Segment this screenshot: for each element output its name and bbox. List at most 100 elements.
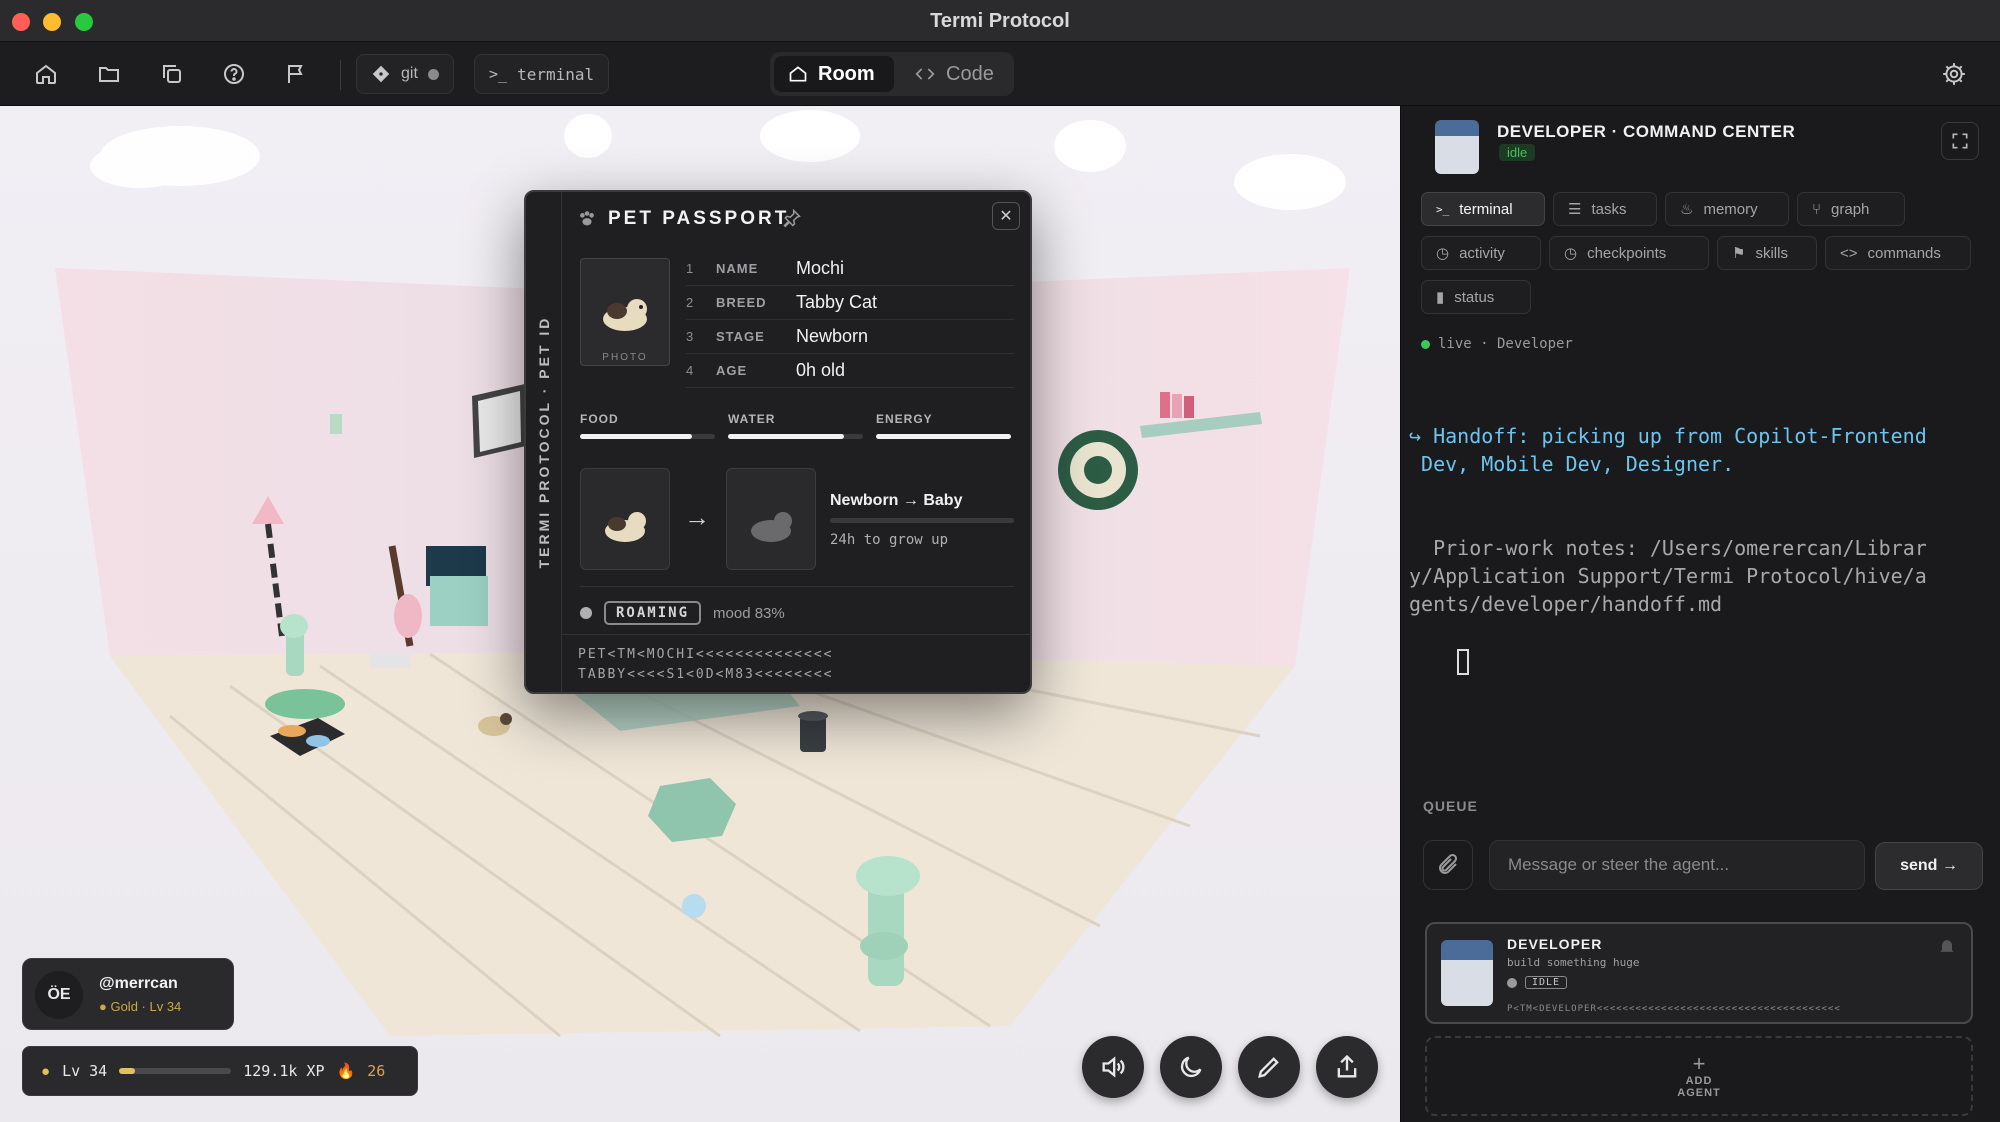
tab-label: skills <box>1755 244 1788 262</box>
live-text: live · Developer <box>1438 336 1573 352</box>
streak-count: 26 <box>367 1062 386 1080</box>
tab-activity[interactable]: ◷ activity <box>1421 236 1541 270</box>
terminal-label: terminal <box>517 64 595 84</box>
food-bowl <box>278 725 306 737</box>
git-label: git <box>401 65 418 82</box>
expand-button[interactable] <box>1941 122 1979 160</box>
level-label: Lv 34 <box>62 1062 108 1080</box>
stat-label: WATER <box>728 412 776 426</box>
tab-terminal[interactable]: >_ terminal <box>1421 192 1545 226</box>
moon-icon <box>1180 1056 1202 1078</box>
stat-bar <box>580 434 715 439</box>
agent-avatar <box>1435 120 1479 174</box>
flag-icon[interactable] <box>280 58 312 90</box>
stat-label: FOOD <box>580 412 619 426</box>
tab-label: activity <box>1459 244 1505 262</box>
tab-label: memory <box>1703 200 1758 218</box>
user-profile-card[interactable]: ÖE @merrcan ● Gold · Lv 34 <box>22 958 234 1030</box>
tab-checkpoints[interactable]: ◷ checkpoints <box>1549 236 1709 270</box>
tab-graph[interactable]: ⑂ graph <box>1797 192 1905 226</box>
bell-icon[interactable] <box>1937 936 1957 956</box>
tab-skills[interactable]: ⚑ skills <box>1717 236 1817 270</box>
dark-mode-button[interactable] <box>1160 1036 1222 1098</box>
tab-commands[interactable]: <> commands <box>1825 236 1971 270</box>
folder-icon[interactable] <box>93 58 125 90</box>
stat-bar-fill <box>580 434 693 439</box>
evolution-title: Newborn → Baby <box>830 492 963 509</box>
evolution-progress-bar <box>830 518 1014 523</box>
xp-progress-bar <box>119 1068 232 1074</box>
passport-field-age: 4 AGE 0h old <box>686 354 1014 388</box>
add-agent-button[interactable]: + ADD AGENT <box>1425 1036 1973 1116</box>
home-icon <box>789 66 807 82</box>
tab-memory[interactable]: ♨ memory <box>1665 192 1789 226</box>
tab-label: checkpoints <box>1587 244 1667 262</box>
send-button[interactable]: send → <box>1875 842 1983 890</box>
add-agent-label: ADD <box>1685 1075 1713 1087</box>
user-rank-text: Gold · Lv 34 <box>110 999 182 1014</box>
live-dot <box>1421 339 1430 349</box>
queue-label: QUEUE <box>1423 798 1478 814</box>
code-icon: <> <box>1840 244 1858 262</box>
title-bar: Termi Protocol <box>0 0 2000 42</box>
tab-tasks[interactable]: ☰ tasks <box>1553 192 1657 226</box>
level-dot: ● <box>41 1062 51 1080</box>
list-icon: ☰ <box>1568 201 1582 218</box>
home-icon[interactable] <box>30 58 62 90</box>
evolution-current-stage <box>580 468 670 570</box>
toy-ball <box>682 894 706 918</box>
pet-status-row: ROAMING mood 83% <box>580 586 1014 625</box>
photo-label: PHOTO <box>602 352 648 363</box>
git-status-dot <box>427 68 439 80</box>
settings-gear-icon[interactable] <box>1938 58 1970 90</box>
arrow-right-icon: → <box>684 502 710 532</box>
room-tab[interactable]: Room <box>774 56 894 92</box>
stat-energy: ENERGY <box>876 412 1011 439</box>
toolbar-divider <box>340 60 341 90</box>
message-input[interactable] <box>1489 840 1865 890</box>
field-value: Newborn <box>796 326 869 346</box>
tab-status[interactable]: ▮ status <box>1421 280 1531 314</box>
pet-passport-dialog: TERMI PROTOCOL · PET ID PET PASSPORT ✕ P… <box>524 190 1032 694</box>
live-indicator: live · Developer <box>1421 336 1573 352</box>
graph-icon: ⑂ <box>1812 200 1822 218</box>
field-number: 3 <box>686 329 694 344</box>
agent-card-name: DEVELOPER <box>1507 936 1603 952</box>
mrz-line-1: PET<TM<MOCHI<<<<<<<<<<<<<< <box>578 647 834 662</box>
share-icon <box>1337 1054 1357 1078</box>
expand-icon <box>1952 133 1968 149</box>
wall-sticker <box>330 414 342 434</box>
terminal-output[interactable]: ↪ Handoff: picking up from Copilot-Front… <box>1409 366 1993 703</box>
share-button[interactable] <box>1316 1036 1378 1098</box>
wall-picture <box>472 384 526 458</box>
code-icon <box>915 68 935 80</box>
sound-button[interactable] <box>1082 1036 1144 1098</box>
agent-card-developer[interactable]: DEVELOPER build something huge IDLE P<TM… <box>1425 922 1973 1024</box>
room-viewport[interactable]: TERMI PROTOCOL · PET ID PET PASSPORT ✕ P… <box>0 106 1400 1122</box>
pet-photo: PHOTO <box>580 258 670 366</box>
machine-readable-zone: PET<TM<MOCHI<<<<<<<<<<<<<< TABBY<<<<S1<0… <box>562 634 1032 692</box>
help-icon[interactable] <box>218 58 250 90</box>
terminal-handoff-line: ↪ Handoff: picking up from Copilot-Front… <box>1409 424 1927 476</box>
edit-button[interactable] <box>1238 1036 1300 1098</box>
terminal-button[interactable]: >_ terminal <box>474 54 610 94</box>
tab-label: terminal <box>1459 200 1513 218</box>
view-switcher: Room Code <box>770 52 1014 96</box>
paw-icon <box>580 211 594 226</box>
close-passport-button[interactable]: ✕ <box>992 202 1020 230</box>
agent-status-badge: IDLE <box>1525 976 1568 989</box>
toolbar: git >_ terminal Room Code <box>0 42 2000 106</box>
code-tab[interactable]: Code <box>900 56 1010 92</box>
cushion <box>370 654 410 668</box>
evolution-subtitle: 24h to grow up <box>830 532 949 548</box>
pin-icon[interactable] <box>782 208 802 228</box>
passport-title: PET PASSPORT <box>608 208 790 229</box>
copy-icon[interactable] <box>156 58 188 90</box>
tab-label: graph <box>1831 200 1870 218</box>
bookmark-icon: ⚑ <box>1732 245 1746 262</box>
attach-button[interactable] <box>1423 840 1473 890</box>
water-bowl <box>306 735 330 747</box>
git-button[interactable]: git <box>356 54 454 94</box>
field-value: Mochi <box>796 258 845 278</box>
paperclip-icon <box>1439 853 1458 874</box>
